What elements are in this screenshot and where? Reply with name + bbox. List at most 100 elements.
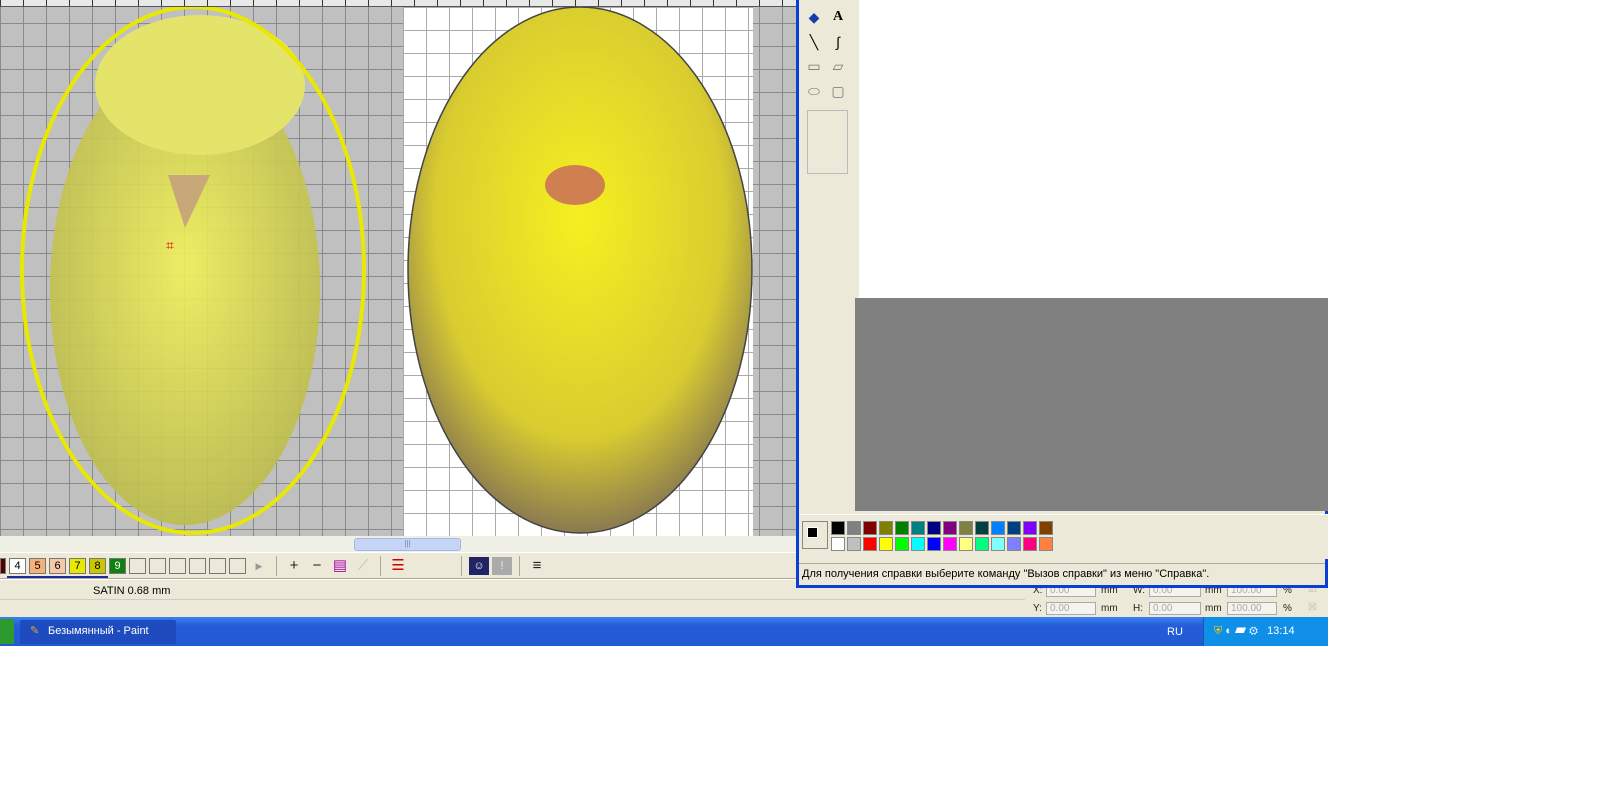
paint-workspace (855, 298, 1328, 511)
palette-color[interactable] (1039, 537, 1053, 551)
palette-color[interactable] (879, 537, 893, 551)
empty-swatch[interactable] (129, 557, 146, 574)
foreground-color (807, 527, 818, 538)
unit: mm (1101, 603, 1118, 614)
align-left-icon[interactable]: ≡ (527, 557, 547, 575)
taskbar (0, 617, 1328, 646)
security-icon[interactable]: ⛨ (1214, 625, 1222, 637)
h-label: H: (1133, 603, 1143, 614)
palette-color[interactable] (975, 521, 989, 535)
volume-icon[interactable]: ◐ (1225, 625, 1232, 637)
y-input[interactable]: 0.00 (1046, 602, 1096, 615)
palette-color[interactable] (991, 537, 1005, 551)
h-input[interactable]: 0.00 (1149, 602, 1201, 615)
scrollbar-thumb[interactable]: ||| (354, 538, 461, 551)
pct: % (1283, 603, 1292, 614)
position-fields: X: 0.00 mm W: 0.00 mm 100.00 % Y: 0.00 m… (1025, 584, 1328, 617)
palette-color[interactable] (895, 537, 909, 551)
thread-spool-icon[interactable]: ▤ (330, 557, 350, 575)
palette-color[interactable] (863, 537, 877, 551)
color-swatch-7[interactable]: 7 (67, 557, 88, 578)
palette-color[interactable] (991, 521, 1005, 535)
color-list-icon[interactable]: ☰ (388, 557, 408, 575)
top-ruler (0, 0, 796, 7)
palette-color[interactable] (959, 537, 973, 551)
task-label: Безымянный - Paint (48, 625, 149, 637)
palette-color[interactable] (911, 537, 925, 551)
network-icon[interactable]: ▰ (1235, 625, 1246, 637)
separator (461, 555, 462, 576)
palette-color[interactable] (1023, 521, 1037, 535)
scroll-right-icon[interactable]: ▶ (249, 557, 269, 575)
palette-color[interactable] (879, 521, 893, 535)
cancel-icon[interactable]: ☒ (1308, 602, 1317, 613)
embroidery-canvas[interactable]: ⌗ (0, 0, 796, 536)
color-toolbar: 4 5 6 7 8 9 ▶ + − ▤ ⟋ ☰ ☺ ! ≡ (0, 553, 796, 579)
palette-color[interactable] (831, 537, 845, 551)
palette-color[interactable] (1007, 521, 1021, 535)
palette-color[interactable] (895, 521, 909, 535)
palette-color[interactable] (911, 521, 925, 535)
palette-color[interactable] (959, 521, 973, 535)
paint-toolbox: ◆ A ╲ ∫ ▭ ▱ ⬭ ▢ (802, 0, 854, 510)
color-swatch-6[interactable]: 6 (47, 557, 68, 578)
color-swatch-5[interactable]: 5 (27, 557, 48, 578)
paint-canvas[interactable] (859, 0, 1328, 298)
color-swatch-8[interactable]: 8 (87, 557, 108, 578)
paint-status-bar: Для получения справки выберите команду "… (799, 563, 1325, 585)
tray-app-icon[interactable]: ⚙ (1249, 625, 1258, 637)
color-swatch-9[interactable]: 9 (109, 557, 126, 574)
color-swatch-4[interactable]: 4 (7, 557, 28, 578)
palette-color[interactable] (1007, 537, 1021, 551)
empty-swatch[interactable] (149, 557, 166, 574)
add-color-icon[interactable]: + (284, 557, 304, 575)
separator (380, 555, 381, 576)
palette-color[interactable] (847, 521, 861, 535)
stitch-info: SATIN 0.68 mm (93, 585, 171, 597)
ellipse-tool-icon[interactable]: ⬭ (804, 81, 824, 101)
language-indicator[interactable]: RU (1167, 626, 1183, 638)
curve-tool-icon[interactable]: ∫ (828, 32, 848, 52)
disabled-doc-icon: ! (492, 556, 512, 575)
palette-color[interactable] (847, 537, 861, 551)
tool-options[interactable] (807, 110, 848, 174)
taskbar-item-paint[interactable]: ✎ Безымянный - Paint (20, 620, 176, 644)
fill-bucket-icon[interactable]: ◆ (804, 7, 824, 27)
palette-color[interactable] (863, 521, 877, 535)
clock: 13:14 (1267, 625, 1295, 637)
palette-color[interactable] (943, 521, 957, 535)
color-swatch-3[interactable] (0, 557, 6, 574)
start-button[interactable] (0, 619, 14, 644)
text-tool-icon[interactable]: A (828, 7, 848, 27)
separator (519, 555, 520, 576)
scale-y-input[interactable]: 100.00 (1227, 602, 1277, 615)
status-bar-2 (0, 600, 1025, 617)
line-tool-icon[interactable]: ╲ (804, 32, 824, 52)
remove-color-icon[interactable]: − (307, 557, 327, 575)
system-tray: ⛨ ◐ ▰ ⚙ 13:14 (1203, 617, 1328, 646)
palette-color[interactable] (1023, 537, 1037, 551)
palette-color[interactable] (927, 537, 941, 551)
palette-color[interactable] (975, 537, 989, 551)
empty-swatch[interactable] (189, 557, 206, 574)
person-icon[interactable]: ☺ (469, 556, 489, 575)
polygon-tool-icon[interactable]: ▱ (828, 56, 848, 76)
palette-color[interactable] (1039, 521, 1053, 535)
paint-app-icon: ✎ (30, 625, 40, 637)
palette-color[interactable] (927, 521, 941, 535)
palette-color[interactable] (943, 537, 957, 551)
rounded-rect-tool-icon[interactable]: ▢ (828, 81, 848, 101)
rectangle-tool-icon[interactable]: ▭ (804, 56, 824, 76)
palette-color[interactable] (831, 521, 845, 535)
designs: ⌗ (20, 5, 753, 535)
unit: mm (1205, 603, 1222, 614)
empty-swatch[interactable] (209, 557, 226, 574)
photo-parrot (407, 6, 753, 534)
current-colors (802, 521, 828, 549)
y-label: Y: (1033, 603, 1042, 614)
cursor-icon: ⌗ (166, 237, 174, 253)
separator (276, 555, 277, 576)
empty-swatch[interactable] (229, 557, 246, 574)
disabled-tool-icon: ⟋ (357, 556, 369, 574)
empty-swatch[interactable] (169, 557, 186, 574)
